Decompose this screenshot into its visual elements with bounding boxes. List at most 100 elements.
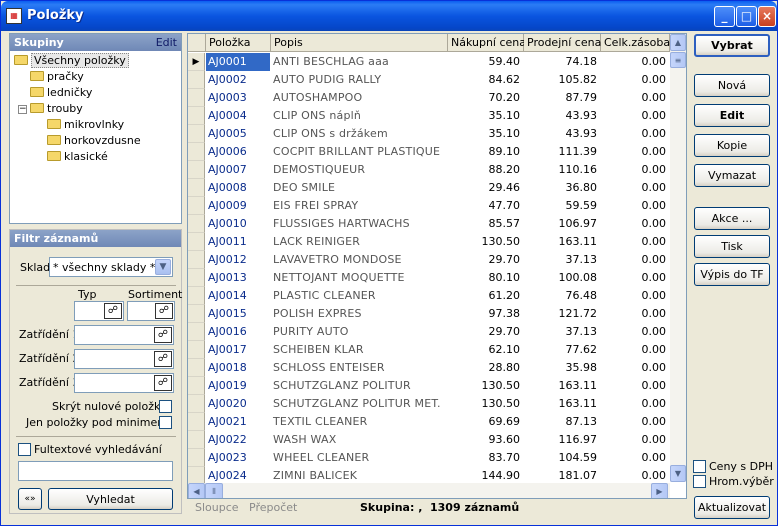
table-row[interactable]: AJ0022 WASH WAX 93.60 116.97 0.00 (188, 431, 670, 449)
refresh-button[interactable]: Aktualizovat (694, 496, 770, 519)
below-min-checkbox[interactable] (159, 416, 172, 429)
tree-node[interactable]: klasické (47, 149, 108, 165)
scroll-right-icon[interactable]: ▶ (651, 483, 668, 498)
row-indicator[interactable] (188, 197, 205, 215)
vertical-scrollbar[interactable]: ▲ ≡ ▼ (670, 34, 686, 482)
row-indicator[interactable] (188, 359, 205, 377)
fulltext-checkbox[interactable] (18, 443, 31, 456)
row-indicator[interactable] (188, 395, 205, 413)
groups-edit-link[interactable]: Edit (156, 34, 177, 51)
table-row[interactable]: AJ0018 SCHLOSS ENTEISER 28.80 35.98 0.00 (188, 359, 670, 377)
table-row[interactable]: AJ0003 AUTOSHAMPOO 70.20 87.79 0.00 (188, 89, 670, 107)
horizontal-scrollbar[interactable]: ◀ ⦀ ▶ (188, 483, 670, 498)
close-button[interactable]: × (758, 6, 776, 27)
scroll-left-icon[interactable]: ◀ (188, 483, 205, 498)
action-button[interactable]: Akce ... (694, 207, 770, 230)
row-indicator[interactable] (188, 287, 205, 305)
hide-zero-checkbox[interactable] (159, 400, 172, 413)
row-indicator[interactable] (188, 305, 205, 323)
table-row[interactable]: AJ0006 COCPIT BRILLANT PLASTIQUE 89.10 111.… (188, 143, 670, 161)
row-indicator[interactable] (188, 413, 205, 431)
table-row[interactable]: AJ0014 PLASTIC CLEANER 61.20 76.48 0.00 (188, 287, 670, 305)
tree-node[interactable]: pračky (30, 69, 84, 85)
table-row[interactable]: AJ0016 PURITY AUTO 29.70 37.13 0.00 (188, 323, 670, 341)
row-indicator[interactable] (188, 323, 205, 341)
new-button[interactable]: Nová (694, 74, 770, 97)
table-row[interactable]: AJ0002 AUTO PUDIG RALLY 84.62 105.82 0.00 (188, 71, 670, 89)
row-indicator[interactable] (188, 125, 205, 143)
row-indicator[interactable] (188, 431, 205, 449)
class3-input[interactable]: ☍ (74, 373, 174, 393)
row-indicator[interactable] (188, 269, 205, 287)
row-indicator[interactable] (188, 89, 205, 107)
delete-button[interactable]: Vymazat (694, 164, 770, 187)
row-indicator[interactable] (188, 107, 205, 125)
table-row[interactable]: AJ0023 WHEEL CLEANER 83.70 104.59 0.00 (188, 449, 670, 467)
table-row[interactable]: AJ0007 DEMOSTIQUEUR 88.20 110.16 0.00 (188, 161, 670, 179)
warehouse-select[interactable]: * všechny sklady * ▼ (49, 257, 173, 277)
tree-node[interactable]: Všechny položky (14, 53, 129, 69)
row-indicator[interactable] (188, 251, 205, 269)
expand-button[interactable]: «» (18, 488, 42, 510)
table-row[interactable]: AJ0004 CLIP ONS náplň 35.10 43.93 0.00 (188, 107, 670, 125)
row-indicator[interactable] (188, 71, 205, 89)
type-picker-icon[interactable]: ☍ (104, 303, 122, 319)
row-indicator[interactable] (188, 233, 205, 251)
assortment-input[interactable]: ☍ (127, 301, 175, 321)
recalc-link[interactable]: Přepočet (249, 501, 297, 514)
title-bar[interactable]: ▦ Položky _ □ × (1, 1, 777, 31)
tree-node[interactable]: mikrovlnky (47, 117, 124, 133)
chevron-down-icon[interactable]: ▼ (155, 259, 171, 275)
copy-button[interactable]: Kopie (694, 134, 770, 157)
table-row[interactable]: AJ0020 SCHUTZGLANZ POLITUR MET. 130.50 163.… (188, 395, 670, 413)
maximize-button[interactable]: □ (736, 6, 757, 27)
app-icon[interactable]: ▦ (6, 8, 22, 24)
print-list-button[interactable]: Tisk seznamu (694, 235, 770, 274)
table-row[interactable]: AJ0009 EIS FREI SPRAY 47.70 59.59 0.00 (188, 197, 670, 215)
row-indicator[interactable] (188, 215, 205, 233)
table-row[interactable]: ▶ AJ0001 ANTI BESCHLAG aaa 59.40 74.18 0.00 (188, 53, 670, 71)
fulltext-input[interactable] (18, 461, 173, 481)
tree-node[interactable]: trouby (30, 101, 83, 117)
items-grid[interactable]: Položka Popis Nákupní cena Prodejní cena… (187, 33, 687, 499)
assortment-picker-icon[interactable]: ☍ (155, 303, 173, 319)
collapse-icon[interactable]: − (18, 105, 27, 114)
row-indicator[interactable] (188, 179, 205, 197)
table-row[interactable]: AJ0017 SCHEIBEN KLAR 62.10 77.62 0.00 (188, 341, 670, 359)
type-input[interactable]: ☍ (74, 301, 124, 321)
table-row[interactable]: AJ0008 DEO SMILE 29.46 36.80 0.00 (188, 179, 670, 197)
tree-node[interactable]: horkovzdusne (47, 133, 141, 149)
table-row[interactable]: AJ0013 NETTOJANT MOQUETTE 80.10 100.08 0.00 (188, 269, 670, 287)
scroll-thumb-horizontal[interactable]: ⦀ (205, 483, 223, 498)
edit-button[interactable]: Edit (694, 104, 770, 127)
scroll-up-icon[interactable]: ▲ (670, 34, 686, 51)
class3-picker-icon[interactable]: ☍ (154, 375, 172, 391)
class2-input[interactable]: ☍ (74, 349, 174, 369)
class1-picker-icon[interactable]: ☍ (154, 327, 172, 343)
row-indicator[interactable] (188, 161, 205, 179)
bulk-select-checkbox[interactable] (693, 475, 706, 488)
column-header-buy-price[interactable]: Nákupní cena (448, 34, 526, 52)
table-row[interactable]: AJ0015 POLISH EXPRES 97.38 121.72 0.00 (188, 305, 670, 323)
column-header-sell-price[interactable]: Prodejní cena (524, 34, 601, 52)
table-row[interactable]: AJ0021 TEXTIL CLEANER 69.69 87.13 0.00 (188, 413, 670, 431)
select-button[interactable]: Vybrat (694, 34, 770, 57)
table-row[interactable]: AJ0005 CLIP ONS s držákem 35.10 43.93 0.00 (188, 125, 670, 143)
scroll-down-icon[interactable]: ▼ (670, 465, 686, 482)
minimize-button[interactable]: _ (714, 6, 735, 27)
columns-link[interactable]: Sloupce (195, 501, 239, 514)
table-row[interactable]: AJ0011 LACK REINIGER 130.50 163.11 0.00 (188, 233, 670, 251)
vat-prices-checkbox[interactable] (693, 460, 706, 473)
table-row[interactable]: AJ0010 FLUSSIGES HARTWACHS 85.57 106.97 0.00 (188, 215, 670, 233)
search-button[interactable]: Vyhledat (48, 488, 173, 510)
row-indicator[interactable]: ▶ (188, 53, 205, 71)
row-indicator[interactable] (188, 377, 205, 395)
export-button[interactable]: Výpis do TF (694, 263, 770, 286)
column-header-code[interactable]: Položka (206, 34, 271, 52)
row-indicator[interactable] (188, 143, 205, 161)
table-row[interactable]: AJ0019 SCHUTZGLANZ POLITUR 130.50 163.11 0.0… (188, 377, 670, 395)
tree-node[interactable]: ledničky (30, 85, 92, 101)
row-indicator[interactable] (188, 341, 205, 359)
class2-picker-icon[interactable]: ☍ (154, 351, 172, 367)
class1-input[interactable]: ☍ (74, 325, 174, 345)
